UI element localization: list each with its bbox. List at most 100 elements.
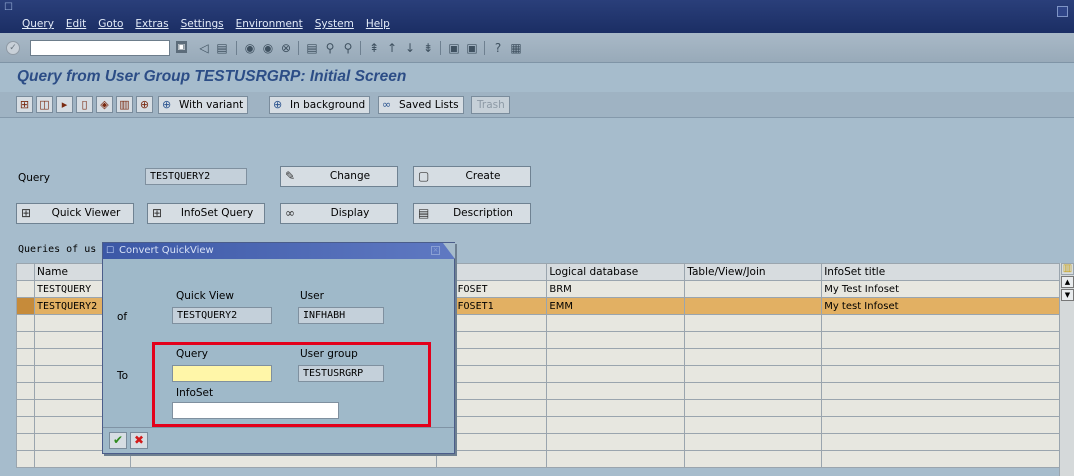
cell-logical-database: EMM (546, 297, 686, 315)
application-toolbar: ⊞ ◫ ▸ ▯ ◈ ▥ ⊕ ⊕ With variant ⊕ In backgrou… (0, 92, 1074, 118)
description-button[interactable]: ▤ Description (413, 203, 531, 224)
cancel-icon[interactable]: ⊗ (278, 40, 294, 56)
table-cell (821, 331, 1074, 349)
table-cell (546, 348, 686, 366)
pencil-icon: ✎ (285, 169, 296, 183)
quick-viewer-icon: ⊞ (21, 206, 32, 220)
description-label: Description (453, 207, 513, 219)
sap-window-icon[interactable]: ☐ (4, 2, 13, 13)
row-selector[interactable] (16, 297, 35, 315)
row-selector[interactable] (16, 365, 35, 383)
table-cell (821, 433, 1074, 451)
table-cell (684, 399, 823, 417)
exit-icon[interactable]: ◉ (260, 40, 276, 56)
previous-page-icon[interactable]: ↑ (384, 40, 400, 56)
menu-query[interactable]: Query (22, 18, 54, 30)
table-cell (546, 314, 686, 332)
in-background-button[interactable]: ⊕ In background (269, 96, 371, 114)
window-restore-icon[interactable] (1057, 6, 1068, 17)
confirm-icon[interactable]: ✔ (109, 432, 127, 449)
menu-extras[interactable]: Extras (135, 18, 168, 30)
cancel-icon[interactable]: ✖ (130, 432, 148, 449)
column-header-table-view-join[interactable]: Table/View/Join (684, 263, 823, 281)
row-selector[interactable] (16, 331, 35, 349)
menu-settings[interactable]: Settings (181, 18, 224, 30)
shortcut-icon[interactable]: ▣ (464, 40, 480, 56)
close-icon[interactable]: × (431, 246, 440, 255)
table-cell (821, 416, 1074, 434)
row-selector[interactable] (16, 416, 35, 434)
cell-infoset-title: My test Infoset (821, 297, 1074, 315)
first-page-icon[interactable]: ⇞ (366, 40, 382, 56)
vertical-scrollbar[interactable]: ▥ ▲ ▼ (1059, 263, 1074, 476)
with-variant-button[interactable]: ⊕ With variant (158, 96, 249, 114)
select-all-cell[interactable] (16, 263, 35, 281)
table-cell (546, 365, 686, 383)
back-arrow-icon[interactable]: ◁ (196, 40, 212, 56)
create-session-icon[interactable]: ▣ (446, 40, 462, 56)
trash-button[interactable]: Trash (471, 96, 510, 114)
row-selector[interactable] (16, 348, 35, 366)
column-header-infoset-title[interactable]: InfoSet title (821, 263, 1074, 281)
in-background-label: In background (290, 99, 366, 111)
table-cell (684, 450, 823, 468)
run-icon[interactable]: ⊕ (136, 96, 153, 113)
layout-menu-icon[interactable]: ▦ (508, 40, 524, 56)
menu-environment[interactable]: Environment (236, 18, 303, 30)
display-button[interactable]: ∞ Display (280, 203, 398, 224)
table-cell (546, 382, 686, 400)
table-cell (546, 399, 686, 417)
cell-logical-database: BRM (546, 280, 686, 298)
last-page-icon[interactable]: ⇟ (420, 40, 436, 56)
row-selector[interactable] (16, 280, 35, 298)
query-label: Query (18, 172, 50, 184)
cell-table-view-join (684, 297, 823, 315)
table-cell (684, 433, 823, 451)
create-button[interactable]: ▢ Create (413, 166, 531, 187)
system-toolbar: ✓ ▣ ◁ ▤ ◉ ◉ ⊗ ▤ ⚲ ⚲ ⇞ ↑ ↓ ⇟ ▣ ▣ ? ▦ (0, 33, 1074, 63)
scroll-down-icon[interactable]: ▼ (1061, 289, 1074, 301)
transport-icon[interactable]: ◈ (96, 96, 113, 113)
change-button[interactable]: ✎ Change (280, 166, 398, 187)
delete-icon[interactable]: ▯ (76, 96, 93, 113)
table-cell (821, 314, 1074, 332)
row-selector[interactable] (16, 314, 35, 332)
row-selector[interactable] (16, 399, 35, 417)
toolbar-separator (440, 41, 441, 55)
print-icon[interactable]: ▤ (304, 40, 320, 56)
menu-bar: ☐ Query Edit Goto Extras Settings Enviro… (0, 0, 1074, 33)
menu-help[interactable]: Help (366, 18, 390, 30)
quick-viewer-button[interactable]: ⊞ Quick Viewer (16, 203, 134, 224)
execute-variant-icon: ⊕ (162, 98, 172, 111)
glasses-icon: ∞ (285, 206, 295, 220)
back-icon[interactable]: ◉ (242, 40, 258, 56)
find-icon[interactable]: ⚲ (322, 40, 338, 56)
find-next-icon[interactable]: ⚲ (340, 40, 356, 56)
scroll-up-icon[interactable]: ▲ (1061, 276, 1074, 288)
menu-system[interactable]: System (315, 18, 354, 30)
execute-icon[interactable]: ⊞ (16, 96, 33, 113)
menu-edit[interactable]: Edit (66, 18, 86, 30)
menu-goto[interactable]: Goto (98, 18, 123, 30)
next-page-icon[interactable]: ↓ (402, 40, 418, 56)
command-enter-icon[interactable]: ▣ (176, 41, 187, 53)
rename-icon[interactable]: ▸ (56, 96, 73, 113)
column-header-logical-database[interactable]: Logical database (546, 263, 686, 281)
command-field[interactable] (30, 40, 170, 56)
query-field[interactable]: TESTQUERY2 (145, 168, 247, 185)
infoset-query-button[interactable]: ⊞ InfoSet Query (147, 203, 265, 224)
print-list-icon[interactable]: ▥ (116, 96, 133, 113)
help-icon[interactable]: ? (490, 40, 506, 56)
save-icon[interactable]: ▤ (214, 40, 230, 56)
table-cell (546, 450, 686, 468)
enter-icon[interactable]: ✓ (6, 41, 20, 55)
column-settings-icon[interactable]: ▥ (1061, 263, 1074, 275)
row-selector[interactable] (16, 450, 35, 468)
table-cell (821, 348, 1074, 366)
saved-lists-button[interactable]: ∞ Saved Lists (378, 96, 464, 114)
row-selector[interactable] (16, 433, 35, 451)
with-variant-label: With variant (179, 99, 244, 111)
table-cell (821, 450, 1074, 468)
copy-icon[interactable]: ◫ (36, 96, 53, 113)
row-selector[interactable] (16, 382, 35, 400)
